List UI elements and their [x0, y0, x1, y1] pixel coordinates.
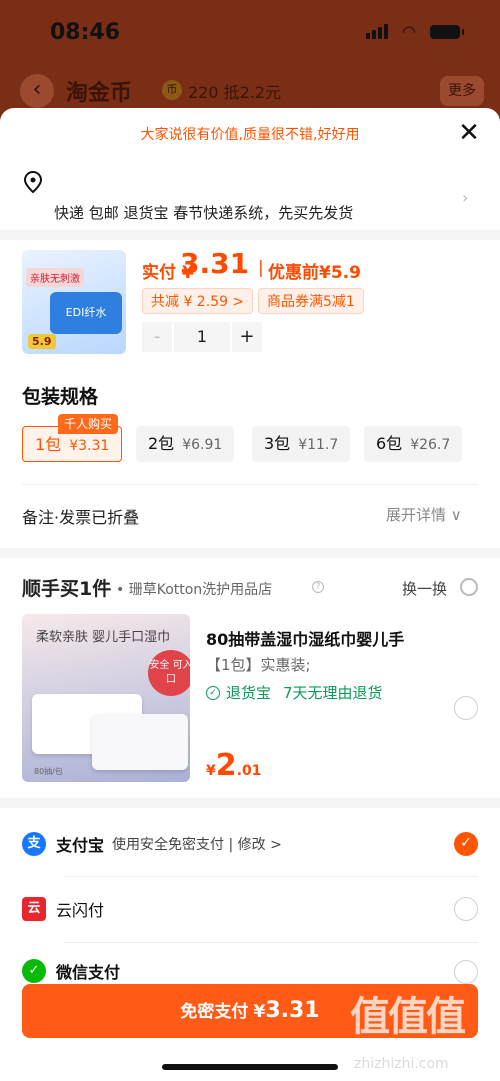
bundle-spec: 【1包】实惠装; — [206, 656, 311, 674]
bundle-product-image: 柔软亲肤 婴儿手口湿巾 安全 可入口 80抽/包 — [22, 614, 190, 782]
checkout-sheet: 大家说很有价值,质量很不错,好好用 ✕ 快递 包邮 退货宝 春节快递系统，先买先… — [0, 108, 500, 1081]
status-time: 08:46 — [50, 20, 121, 45]
unionpay-icon: 云 — [22, 897, 46, 921]
coupon-chip[interactable]: 商品券满5减1 — [258, 288, 364, 314]
status-bar: 08:46 ◠ — [0, 0, 500, 66]
payment-wechat[interactable]: ✓ 微信支付 — [22, 956, 120, 986]
divider — [64, 876, 478, 877]
expand-details-button[interactable]: 展开详情 ∨ — [386, 504, 462, 525]
alipay-icon: 支 — [22, 832, 46, 856]
bundle-price: ¥2.01 — [206, 748, 262, 783]
spec-option-6[interactable]: 6包 ¥26.7 — [364, 426, 463, 462]
watermark-logo: 值值值 — [350, 994, 466, 1040]
qty-plus-button[interactable]: + — [232, 322, 262, 352]
bundle-brand: 顺手买1件 — [22, 578, 112, 600]
watermark-url: zhizhizhi.com — [354, 1056, 449, 1072]
location-pin-icon — [23, 170, 43, 194]
original-price: 优惠前¥5.9 — [268, 263, 361, 283]
divider — [0, 548, 500, 558]
wechat-radio[interactable] — [454, 960, 478, 984]
wifi-icon: ◠ — [402, 22, 416, 41]
header-title: 淘金币 — [66, 81, 133, 106]
address-line[interactable]: 快递 包邮 退货宝 春节快递系统，先买先发货 — [54, 202, 353, 223]
divider — [22, 484, 478, 485]
slogan: 大家说很有价值,质量很不错,好好用 — [140, 127, 360, 143]
discount-chip[interactable]: 共减 ¥ 2.59 > — [142, 288, 254, 314]
popular-badge: 千人购买 — [58, 414, 119, 434]
qty-minus-button[interactable]: - — [142, 322, 172, 352]
coin-count: 220 抵2.2元 — [188, 83, 282, 102]
spec-option-2[interactable]: 2包 ¥6.91 — [136, 426, 235, 462]
divider — [64, 942, 478, 943]
refresh-icon[interactable] — [460, 578, 478, 596]
back-button[interactable]: ‹ — [20, 74, 54, 108]
chevron-right-icon[interactable]: › — [462, 188, 468, 207]
alipay-radio[interactable]: ✓ — [454, 832, 478, 856]
spec-option-3[interactable]: 3包 ¥11.7 — [252, 426, 351, 462]
bundle-shop: • 珊草Kotton洗护用品店 — [116, 582, 273, 598]
note-invoice-label: 备注·发票已折叠 — [22, 508, 140, 527]
payment-alipay[interactable]: 支 支付宝 使用安全免密支付 | 修改 > — [22, 829, 282, 859]
bundle-title: 80抽带盖湿巾湿纸巾婴儿手 — [206, 630, 405, 649]
coin-icon: 币 — [162, 80, 182, 100]
info-icon[interactable]: ? — [312, 581, 324, 593]
home-indicator[interactable] — [162, 1064, 338, 1070]
quantity-stepper: - 1 + — [142, 322, 262, 352]
pay-price: 3.31 — [180, 247, 250, 280]
bundle-select-radio[interactable] — [454, 696, 478, 720]
bundle-return-policy: ✓ 退货宝 7天无理由退货 — [206, 682, 383, 703]
more-button[interactable]: 更多 — [440, 76, 484, 106]
close-button[interactable]: ✕ — [456, 120, 482, 146]
qty-input[interactable]: 1 — [174, 322, 230, 352]
unionpay-radio[interactable] — [454, 897, 478, 921]
divider — [0, 230, 500, 240]
signal-icon — [366, 24, 388, 39]
product-image: 亲肤无刺激 EDI纤水 5.9 — [22, 250, 126, 354]
payment-unionpay[interactable]: 云 云闪付 — [22, 894, 104, 924]
check-shield-icon: ✓ — [206, 685, 220, 700]
wechat-pay-icon: ✓ — [22, 959, 46, 983]
background-header: ‹ 淘金币 币 220 抵2.2元 更多 — [0, 66, 500, 114]
battery-icon — [430, 25, 464, 39]
divider — [0, 798, 500, 808]
spec-title: 包装规格 — [22, 386, 99, 408]
price-separator: | — [258, 258, 264, 278]
swap-button[interactable]: 换一换 — [402, 578, 447, 599]
